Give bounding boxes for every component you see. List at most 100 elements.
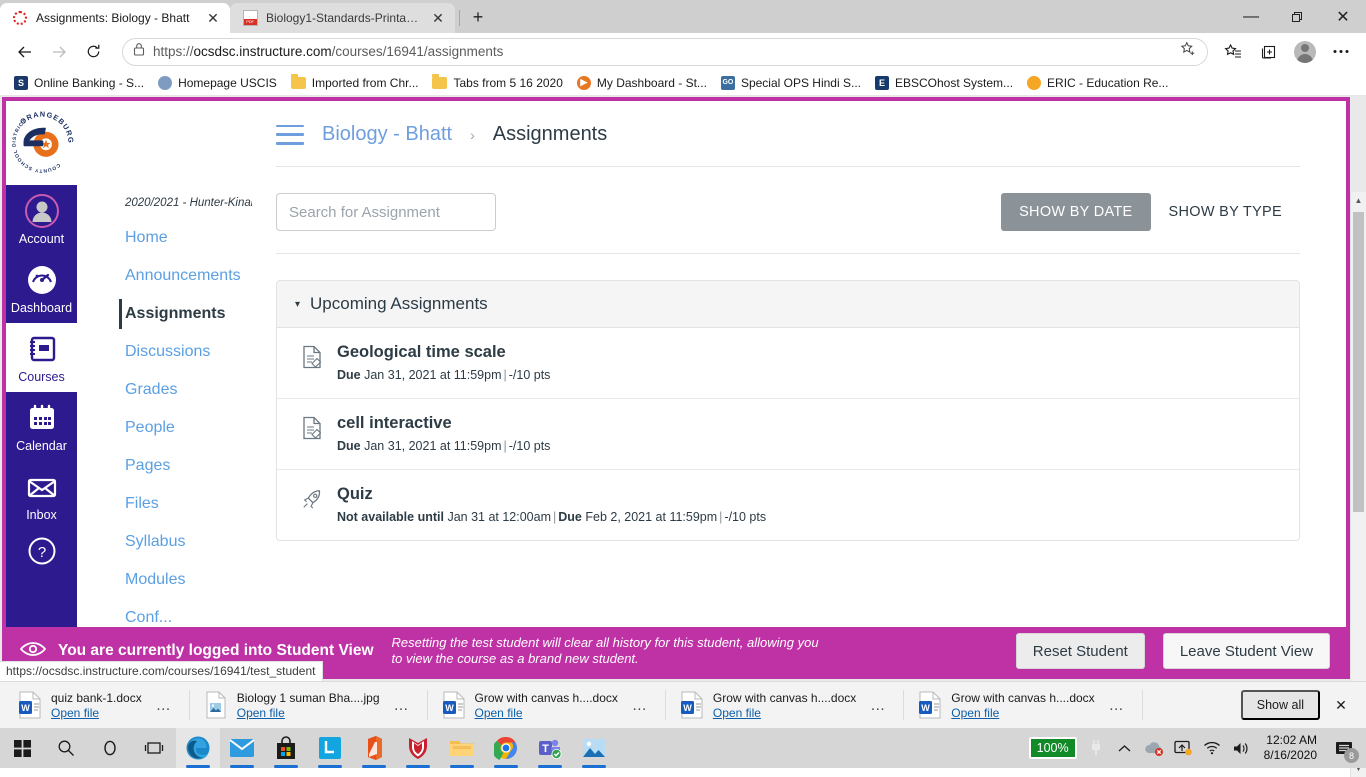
favorites-icon[interactable] (1216, 36, 1250, 68)
bookmark-item[interactable]: Imported from Chr... (287, 72, 429, 94)
address-bar[interactable]: https://ocsdsc.instructure.com/courses/1… (122, 37, 1208, 66)
bookmark-item[interactable]: Tabs from 5 16 2020 (428, 72, 572, 94)
office-icon[interactable] (352, 728, 396, 768)
chevron-down-icon[interactable]: ▾ (295, 299, 300, 310)
browser-tab-inactive[interactable]: Biology1-Standards-Printable (1) ✕ (230, 3, 455, 33)
bookmark-item[interactable]: ERIC - Education Re... (1023, 72, 1178, 94)
back-icon[interactable] (8, 36, 42, 68)
download-more-icon[interactable]: … (1104, 692, 1130, 718)
battery-percent[interactable]: 100% (1028, 737, 1077, 759)
download-more-icon[interactable]: … (865, 692, 891, 718)
course-nav-home[interactable]: Home (77, 219, 252, 257)
assignment-group-header[interactable]: ▾ Upcoming Assignments (277, 281, 1299, 328)
download-item[interactable]: W Grow with canvas h....docx Open file … (434, 684, 659, 726)
open-file-link[interactable]: Open file (713, 706, 856, 720)
collections-icon[interactable] (1252, 36, 1286, 68)
notifications-icon[interactable]: 8 (1330, 734, 1359, 763)
open-file-link[interactable]: Open file (51, 706, 142, 720)
scroll-up-icon[interactable]: ▲ (1351, 192, 1366, 209)
download-item[interactable]: W Grow with canvas h....docx Open file … (910, 684, 1135, 726)
task-view-icon[interactable] (132, 728, 176, 768)
assignment-row[interactable]: cell interactive Due Jan 31, 2021 at 11:… (277, 399, 1299, 470)
onedrive-error-icon[interactable] (1144, 738, 1164, 758)
lexia-icon[interactable] (308, 728, 352, 768)
volume-icon[interactable] (1231, 738, 1251, 758)
browser-tab-active[interactable]: Assignments: Biology - Bhatt ✕ (0, 3, 230, 33)
download-item[interactable]: W quiz bank-1.docx Open file … (10, 684, 183, 726)
download-more-icon[interactable]: … (151, 692, 177, 718)
show-by-date-button[interactable]: SHOW BY DATE (1001, 193, 1151, 231)
sidebar-item-account[interactable]: Account (6, 185, 77, 254)
maximize-icon[interactable] (1274, 0, 1320, 33)
refresh-icon[interactable] (76, 36, 110, 68)
profile-avatar[interactable] (1288, 36, 1322, 68)
windows-update-icon[interactable] (1173, 738, 1193, 758)
sidebar-item-inbox[interactable]: Inbox (6, 461, 77, 530)
sidebar-item-dashboard[interactable]: Dashboard (6, 254, 77, 323)
search-icon[interactable] (44, 728, 88, 768)
bookmark-item[interactable]: ▶ My Dashboard - St... (573, 72, 717, 94)
new-tab-button[interactable]: + (464, 3, 492, 31)
download-more-icon[interactable]: … (389, 692, 415, 718)
add-favorite-icon[interactable] (1180, 41, 1197, 63)
help-button[interactable]: ? (6, 530, 77, 571)
bookmark-item[interactable]: GO Special OPS Hindi S... (717, 72, 871, 94)
district-logo[interactable]: ORANGEBURG COUNTY SCHOOL DISTRICT (6, 101, 77, 185)
bookmark-item[interactable]: E EBSCOhost System... (871, 72, 1023, 94)
course-nav-announcements[interactable]: Announcements (77, 257, 252, 295)
search-input[interactable] (276, 193, 496, 231)
show-by-type-button[interactable]: SHOW BY TYPE (1151, 193, 1300, 231)
sidebar-item-calendar[interactable]: Calendar (6, 392, 77, 461)
download-divider (1141, 690, 1143, 720)
microsoft-store-icon[interactable] (264, 728, 308, 768)
course-nav-grades[interactable]: Grades (77, 371, 252, 409)
assignment-title[interactable]: Geological time scale (337, 342, 550, 362)
file-explorer-icon[interactable] (440, 728, 484, 768)
close-icon[interactable]: ✕ (204, 9, 222, 27)
show-all-downloads-button[interactable]: Show all (1240, 690, 1320, 720)
forward-icon[interactable] (42, 36, 76, 68)
course-nav-files[interactable]: Files (77, 485, 252, 523)
hamburger-menu-icon[interactable] (276, 124, 304, 145)
bookmark-item[interactable]: S Online Banking - S... (10, 72, 154, 94)
mcafee-icon[interactable] (396, 728, 440, 768)
microsoft-teams-icon[interactable]: T (528, 728, 572, 768)
assignment-title[interactable]: cell interactive (337, 413, 550, 433)
sidebar-item-courses[interactable]: Courses (6, 323, 77, 392)
settings-more-icon[interactable] (1324, 36, 1358, 68)
scrollbar-thumb[interactable] (1353, 212, 1364, 512)
open-file-link[interactable]: Open file (475, 706, 618, 720)
assignment-title[interactable]: Quiz (337, 484, 766, 504)
assignment-row[interactable]: Geological time scale Due Jan 31, 2021 a… (277, 328, 1299, 399)
photos-icon[interactable] (572, 728, 616, 768)
download-item[interactable]: W Grow with canvas h....docx Open file … (672, 684, 897, 726)
close-icon[interactable]: ✕ (1320, 0, 1366, 33)
download-more-icon[interactable]: … (627, 692, 653, 718)
open-file-link[interactable]: Open file (237, 706, 380, 720)
course-nav-assignments[interactable]: Assignments (77, 295, 252, 333)
breadcrumb-course-link[interactable]: Biology - Bhatt (322, 123, 452, 146)
leave-student-view-button[interactable]: Leave Student View (1162, 633, 1330, 669)
open-file-link[interactable]: Open file (951, 706, 1094, 720)
show-hidden-icons-icon[interactable] (1115, 738, 1135, 758)
wifi-icon[interactable] (1202, 738, 1222, 758)
close-icon[interactable]: ✕ (429, 9, 447, 27)
course-nav-discussions[interactable]: Discussions (77, 333, 252, 371)
course-nav-people[interactable]: People (77, 409, 252, 447)
course-nav-pages[interactable]: Pages (77, 447, 252, 485)
course-nav-modules[interactable]: Modules (77, 561, 252, 599)
windows-start-icon[interactable] (0, 728, 44, 768)
course-nav-syllabus[interactable]: Syllabus (77, 523, 252, 561)
close-icon[interactable]: ✕ (1326, 690, 1356, 720)
bookmark-item[interactable]: Homepage USCIS (154, 72, 287, 94)
power-plug-icon[interactable] (1086, 738, 1106, 758)
download-item[interactable]: Biology 1 suman Bha....jpg Open file … (196, 684, 421, 726)
mail-icon[interactable] (220, 728, 264, 768)
chrome-icon[interactable] (484, 728, 528, 768)
reset-student-button[interactable]: Reset Student (1015, 633, 1145, 669)
edge-icon[interactable] (176, 728, 220, 768)
assignment-row[interactable]: Quiz Not available until Jan 31 at 12:00… (277, 470, 1299, 540)
clock[interactable]: 12:02 AM 8/16/2020 (1260, 733, 1321, 763)
cortana-icon[interactable] (88, 728, 132, 768)
minimize-icon[interactable]: — (1228, 0, 1274, 33)
